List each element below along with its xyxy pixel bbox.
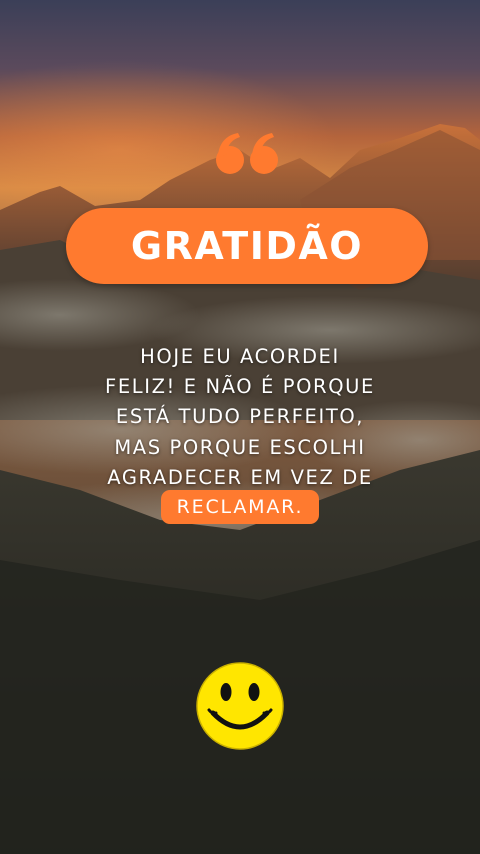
message-line: HOJE EU ACORDEI: [140, 345, 340, 368]
smiley-face-icon: [196, 662, 284, 750]
message-line: AGRADECER EM VEZ DE: [107, 465, 373, 489]
highlight-row: RECLAMAR.: [0, 490, 480, 524]
message-line: ESTÁ TUDO PERFEITO,: [115, 405, 365, 429]
gratitude-message: HOJE EU ACORDEI FELIZ! E NÃO É PORQUE ES…: [60, 342, 420, 493]
message-line: MAS PORQUE ESCOLHI: [114, 435, 366, 459]
title-text: GRATIDÃO: [130, 224, 364, 268]
quote-mark-icon: [216, 133, 278, 174]
title-banner: GRATIDÃO: [66, 208, 428, 284]
message-line: FELIZ! E NÃO É PORQUE: [105, 375, 375, 399]
highlight-word: RECLAMAR.: [160, 490, 320, 524]
